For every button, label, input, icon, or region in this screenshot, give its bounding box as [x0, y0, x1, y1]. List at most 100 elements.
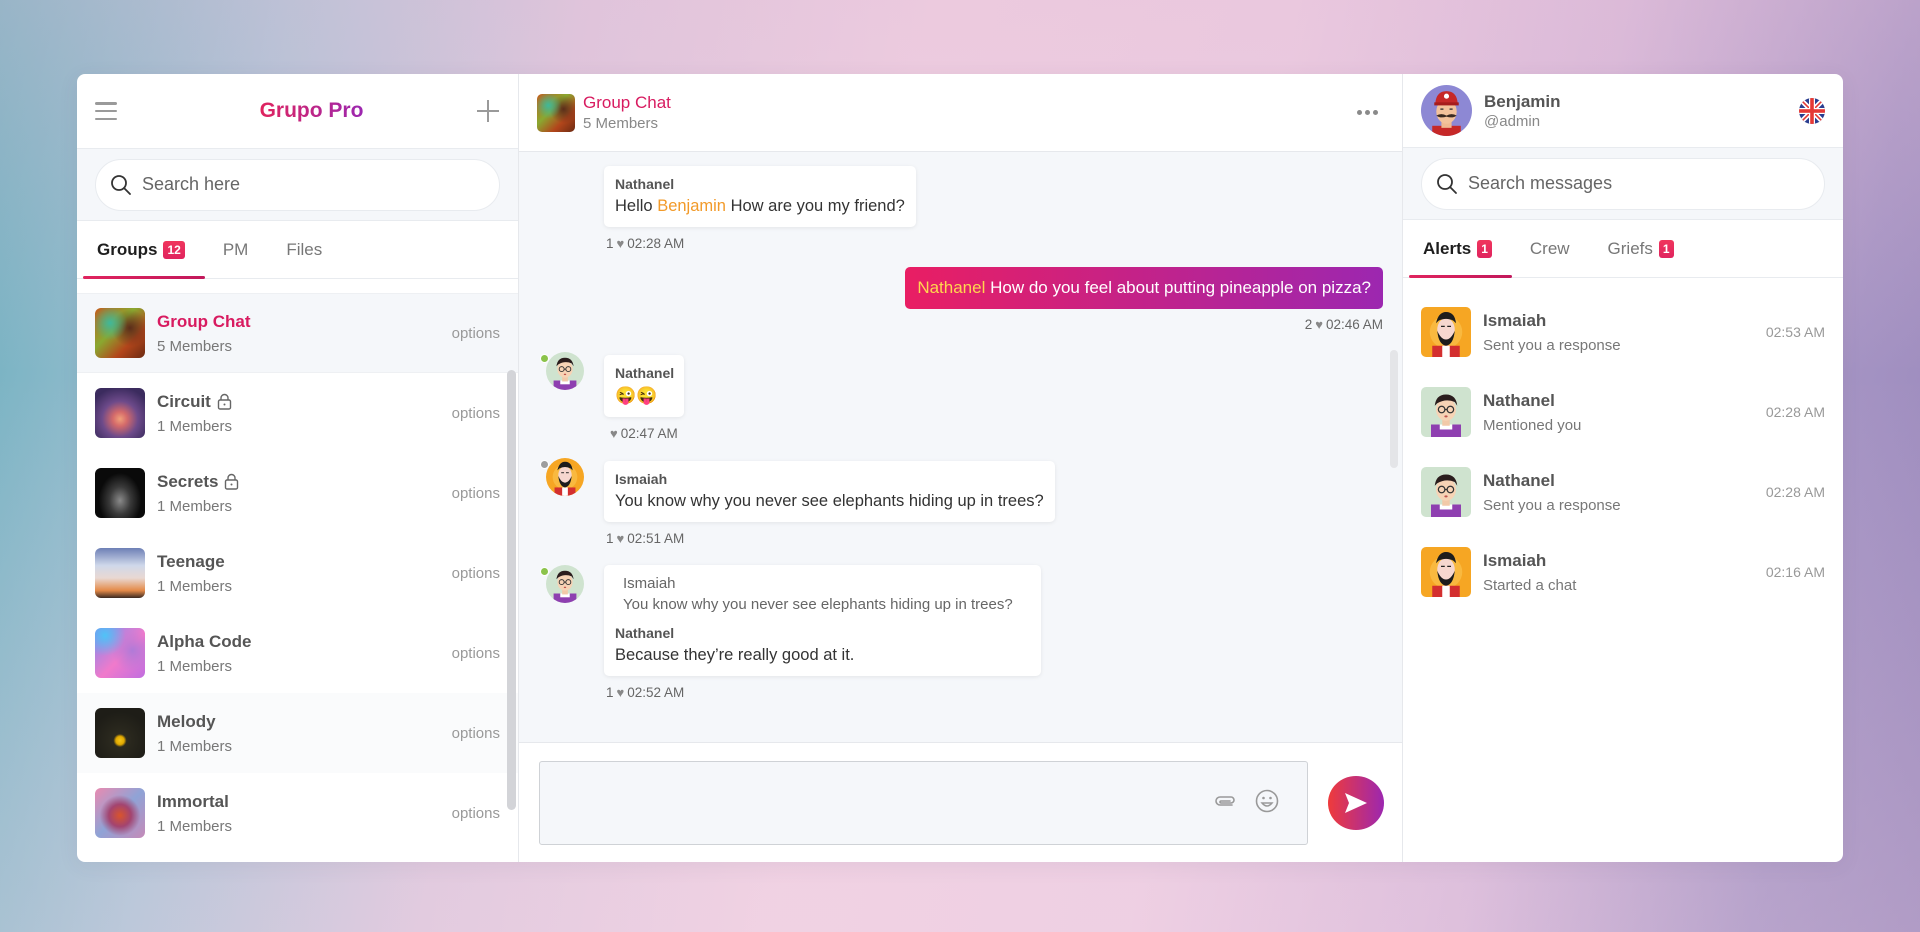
tab-label: PM	[222, 239, 249, 259]
group-item-teenage[interactable]: Teenage 1 Members options	[77, 533, 518, 613]
message-bubble-own[interactable]: Nathanel How do you feel about putting p…	[905, 267, 1383, 309]
message-bubble[interactable]: Nathanel 😜😜	[604, 355, 685, 417]
search-field[interactable]	[95, 158, 500, 211]
message-item: Ismaiah You know why you never see eleph…	[604, 565, 1041, 700]
message-meta: 1 ♥ 02:51 AM	[606, 531, 1055, 546]
alert-time: 02:28 AM	[1765, 484, 1825, 500]
group-options-link[interactable]: options	[452, 485, 500, 502]
group-options-link[interactable]: options	[452, 805, 500, 822]
heart-icon[interactable]: ♥	[617, 685, 625, 700]
alert-text: Mentioned you	[1483, 416, 1582, 434]
search-bar	[77, 149, 518, 221]
user-name[interactable]: Benjamin	[1484, 92, 1799, 112]
search-input[interactable]	[142, 174, 485, 195]
menu-icon[interactable]	[95, 102, 117, 120]
alert-item[interactable]: Nathanel Mentioned you 02:28 AM	[1403, 372, 1843, 452]
chat-title[interactable]: Group Chat	[583, 93, 1351, 113]
message-bubble[interactable]: Ismaiah You know why you never see eleph…	[604, 565, 1041, 676]
tab-label: Alerts	[1423, 238, 1472, 258]
tab-files[interactable]: Files	[284, 221, 324, 278]
alert-name: Nathanel	[1483, 390, 1555, 410]
group-item-group-chat[interactable]: Group Chat 5 Members options	[77, 293, 518, 373]
group-options-link[interactable]: options	[452, 565, 500, 582]
message-meta: 1 ♥ 02:52 AM	[606, 685, 1041, 700]
group-name: Melody	[157, 711, 216, 731]
message-author: Nathanel	[615, 176, 675, 192]
chat-members-count: 5 Members	[583, 115, 659, 132]
group-options-link[interactable]: options	[452, 405, 500, 422]
group-item-circuit[interactable]: Circuit 1 Members options	[77, 373, 518, 453]
message-bubble[interactable]: Nathanel Hello Benjamin How are you my f…	[604, 166, 916, 227]
alert-avatar	[1421, 307, 1471, 357]
message-author: Ismaiah	[615, 471, 668, 487]
group-options-link[interactable]: options	[452, 325, 500, 342]
notification-tabs: Alerts 1 Crew Griefs 1	[1403, 220, 1843, 278]
tab-label: Groups	[97, 239, 158, 259]
message-list-scrollbar[interactable]	[1390, 350, 1398, 468]
group-thumbnail	[95, 388, 145, 438]
language-flag-icon[interactable]	[1799, 97, 1825, 124]
group-name: Alpha Code	[157, 631, 252, 651]
online-status-indicator	[540, 567, 549, 576]
alert-time: 02:16 AM	[1765, 564, 1825, 580]
more-options-icon[interactable]	[1351, 104, 1384, 121]
message-composer	[519, 742, 1402, 862]
chat-group-thumbnail[interactable]	[537, 93, 575, 132]
group-name: Immortal	[157, 791, 229, 811]
group-options-link[interactable]: options	[452, 645, 500, 662]
message-input[interactable]	[540, 761, 1307, 844]
group-thumbnail	[95, 708, 145, 758]
group-name: Group Chat	[157, 311, 251, 331]
tab-crew[interactable]: Crew	[1528, 220, 1572, 277]
group-item-secrets[interactable]: Secrets 1 Members options	[77, 453, 518, 533]
message-text: Because they’re really good at it.	[615, 646, 855, 664]
message-bubble[interactable]: Ismaiah You know why you never see eleph…	[604, 461, 1055, 522]
mention[interactable]: Benjamin	[657, 197, 726, 215]
message-search-input[interactable]	[1468, 173, 1810, 194]
tab-griefs[interactable]: Griefs 1	[1606, 220, 1676, 277]
chat-panel: Group Chat 5 Members Nathanel Hello Benj…	[519, 74, 1403, 862]
message-item: Ismaiah You know why you never see eleph…	[604, 461, 1055, 546]
alert-name: Ismaiah	[1483, 310, 1547, 330]
tab-label: Crew	[1529, 238, 1570, 258]
user-avatar[interactable]	[1421, 85, 1472, 136]
alert-item[interactable]: Nathanel Sent you a response 02:28 AM	[1403, 452, 1843, 532]
group-members: 1 Members	[157, 737, 233, 755]
avatar-ismaiah[interactable]	[546, 458, 584, 496]
group-item-melody[interactable]: Melody 1 Members options	[77, 693, 518, 773]
message-search-field[interactable]	[1421, 157, 1825, 210]
message-input-box[interactable]	[539, 760, 1308, 845]
heart-icon[interactable]: ♥	[1315, 317, 1323, 332]
group-item-alpha-code[interactable]: Alpha Code 1 Members options	[77, 613, 518, 693]
message-item-own: Nathanel How do you feel about putting p…	[905, 267, 1383, 332]
avatar-nathanel[interactable]	[546, 352, 584, 390]
message-text: How do you feel about putting pineapple …	[985, 278, 1371, 297]
quoted-message[interactable]: Ismaiah You know why you never see eleph…	[615, 575, 1013, 613]
quoted-text: You know why you never see elephants hid…	[623, 596, 1013, 613]
mention[interactable]: Nathanel	[917, 278, 985, 297]
send-icon	[1345, 792, 1367, 813]
add-icon[interactable]	[476, 99, 500, 123]
group-item-immortal[interactable]: Immortal 1 Members options	[77, 773, 518, 853]
emoji-icon[interactable]	[1254, 788, 1280, 814]
message-item: Nathanel 😜😜 ♥ 02:47 AM	[604, 355, 685, 441]
send-button[interactable]	[1328, 775, 1384, 830]
heart-icon[interactable]: ♥	[617, 531, 625, 546]
tab-groups[interactable]: Groups 12	[83, 221, 205, 279]
message-text: You know why you never see elephants hid…	[615, 492, 1044, 510]
attachment-icon[interactable]	[1212, 791, 1238, 813]
alert-item[interactable]: Ismaiah Started a chat 02:16 AM	[1403, 532, 1843, 612]
alerts-count-badge: 1	[1477, 239, 1492, 258]
message-item: Nathanel Hello Benjamin How are you my f…	[604, 166, 916, 251]
heart-icon[interactable]: ♥	[610, 426, 618, 441]
tab-alerts[interactable]: Alerts 1	[1409, 220, 1512, 278]
alert-item[interactable]: Ismaiah Sent you a response 02:53 AM	[1403, 292, 1843, 372]
group-list-scrollbar[interactable]	[507, 370, 516, 810]
group-thumbnail	[95, 548, 145, 598]
avatar-nathanel[interactable]	[546, 565, 584, 603]
heart-icon[interactable]: ♥	[617, 236, 625, 251]
tab-pm[interactable]: PM	[221, 221, 251, 278]
tab-label: Griefs	[1607, 238, 1653, 258]
group-name: Teenage	[157, 551, 225, 571]
group-options-link[interactable]: options	[452, 725, 500, 742]
